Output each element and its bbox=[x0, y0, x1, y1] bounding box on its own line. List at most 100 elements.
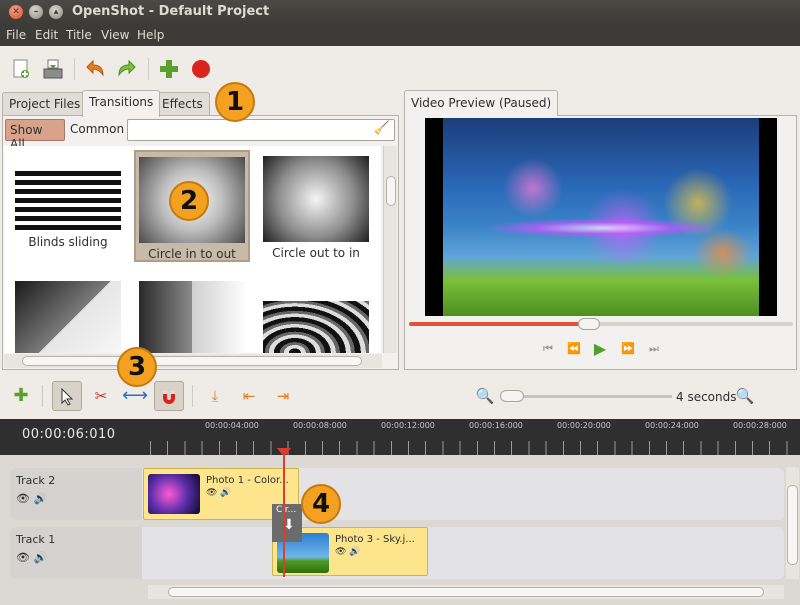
menu-file[interactable]: File bbox=[6, 28, 26, 42]
minimize-window-icon[interactable]: – bbox=[29, 5, 43, 19]
transition-label: Blinds sliding bbox=[28, 235, 108, 249]
transitions-grid: Blinds sliding Circle in to out Circle o… bbox=[4, 146, 381, 353]
menu-edit[interactable]: Edit bbox=[35, 28, 58, 42]
track-header: Track 2 👁 🔊 bbox=[10, 468, 142, 520]
scrollbar-thumb[interactable] bbox=[386, 176, 396, 206]
previous-marker-icon[interactable]: ⇤ bbox=[234, 381, 264, 411]
ruler-label: 00:00:28:000 bbox=[733, 421, 787, 430]
ruler-label: 00:00:24:000 bbox=[645, 421, 699, 430]
menu-title[interactable]: Title bbox=[66, 28, 92, 42]
ruler-label: 00:00:08:000 bbox=[293, 421, 347, 430]
toolbar-separator bbox=[74, 58, 75, 80]
snapping-tool-icon[interactable] bbox=[154, 381, 184, 411]
seek-handle[interactable] bbox=[578, 318, 601, 330]
timeline-tracks: Track 2 👁 🔊 Photo 1 - Color... 👁 🔊 Track… bbox=[0, 455, 800, 605]
close-window-icon[interactable]: ✕ bbox=[9, 5, 23, 19]
timeline-vertical-scrollbar[interactable] bbox=[786, 467, 799, 579]
bokeh bbox=[503, 158, 563, 218]
play-icon[interactable]: ▶ bbox=[591, 341, 609, 357]
zoom-in-icon[interactable]: 🔍 bbox=[470, 381, 500, 411]
timeline-transition[interactable]: Cir... ⬇ bbox=[272, 504, 302, 542]
clip-thumbnail bbox=[148, 474, 200, 514]
transition-item[interactable] bbox=[10, 276, 126, 353]
tab-project-files[interactable]: Project Files bbox=[2, 92, 88, 116]
zoom-slider-handle[interactable] bbox=[500, 390, 524, 402]
fast-forward-icon[interactable]: ⏩ bbox=[619, 342, 637, 356]
callout-3: 3 bbox=[117, 347, 157, 387]
tab-transitions[interactable]: Transitions bbox=[82, 90, 161, 117]
undo-icon[interactable] bbox=[84, 58, 106, 80]
visibility-eye-icon[interactable]: 👁 bbox=[16, 551, 30, 564]
seek-progress bbox=[409, 322, 590, 326]
scrollbar-thumb[interactable] bbox=[22, 356, 362, 366]
transitions-vertical-scrollbar[interactable] bbox=[383, 146, 397, 353]
tab-effects[interactable]: Effects bbox=[155, 92, 210, 116]
transition-item[interactable]: Circle out to in bbox=[258, 151, 374, 260]
current-timecode: 00:00:06:010 bbox=[22, 427, 116, 442]
add-marker-icon[interactable]: ⤓ bbox=[200, 381, 230, 411]
blinds-sliding-thumbnail bbox=[15, 171, 121, 231]
video-preview-frame[interactable] bbox=[425, 118, 777, 316]
track-header: Track 1 👁 🔊 bbox=[10, 527, 142, 579]
visibility-eye-icon[interactable]: 👁 bbox=[335, 547, 346, 557]
track-controls: 👁 🔊 bbox=[16, 492, 47, 505]
rewind-icon[interactable]: ⏪ bbox=[565, 342, 583, 356]
menu-bar: File Edit Title View Help bbox=[0, 24, 800, 46]
new-project-icon[interactable] bbox=[10, 58, 32, 80]
audio-speaker-icon[interactable]: 🔊 bbox=[33, 551, 47, 564]
jump-to-end-icon[interactable]: ⏭ bbox=[645, 342, 663, 356]
transition-thumbnail bbox=[139, 281, 245, 353]
ruler-label: 00:00:12:000 bbox=[381, 421, 435, 430]
razor-tool-icon[interactable]: ✂ bbox=[86, 381, 116, 411]
timeline-toolbar: ✚ ✂ ⟷ ⤓ ⇤ ⇥ 🔍 4 seconds 🔍 bbox=[0, 373, 800, 419]
transition-search-input[interactable]: 🧹 bbox=[127, 119, 395, 141]
track-name: Track 2 bbox=[16, 474, 56, 487]
timeline-zoom-slider[interactable] bbox=[500, 390, 672, 402]
transition-thumbnail bbox=[15, 281, 121, 353]
menu-view[interactable]: View bbox=[101, 28, 129, 42]
visibility-eye-icon[interactable]: 👁 bbox=[206, 488, 217, 498]
add-track-icon[interactable]: ✚ bbox=[6, 381, 36, 411]
preview-image bbox=[443, 118, 759, 316]
scrollbar-thumb[interactable] bbox=[787, 485, 798, 565]
audio-speaker-icon[interactable]: 🔊 bbox=[220, 488, 231, 498]
transition-item[interactable] bbox=[134, 276, 250, 353]
clip-title: Photo 3 - Sky.j... bbox=[335, 534, 415, 545]
track-name: Track 1 bbox=[16, 533, 56, 546]
save-project-icon[interactable] bbox=[42, 58, 64, 80]
tab-video-preview[interactable]: Video Preview (Paused) bbox=[404, 90, 559, 116]
transition-label: Circle out to in bbox=[272, 246, 360, 260]
track-2[interactable]: Track 2 👁 🔊 bbox=[10, 468, 784, 520]
clip-controls: 👁 🔊 bbox=[206, 488, 232, 498]
zoom-out-icon[interactable]: 🔍 bbox=[730, 381, 760, 411]
visibility-eye-icon[interactable]: 👁 bbox=[16, 492, 30, 505]
transition-item[interactable] bbox=[258, 296, 374, 353]
record-icon[interactable] bbox=[190, 58, 212, 80]
window-title: OpenShot - Default Project bbox=[72, 4, 270, 19]
audio-speaker-icon[interactable]: 🔊 bbox=[349, 547, 360, 557]
transition-direction-icon: ⬇ bbox=[283, 517, 295, 533]
next-marker-icon[interactable]: ⇥ bbox=[268, 381, 298, 411]
jump-to-start-icon[interactable]: ⏮ bbox=[539, 342, 557, 356]
select-tool-icon[interactable] bbox=[52, 381, 82, 411]
timeline-ruler[interactable]: 00:00:06:010 00:00:04:000 00:00:08:000 0… bbox=[0, 419, 800, 455]
menu-help[interactable]: Help bbox=[137, 28, 164, 42]
transition-label: Cir... bbox=[276, 505, 297, 515]
preview-seek-bar[interactable] bbox=[409, 318, 793, 330]
common-filter-button[interactable]: Common bbox=[70, 122, 124, 136]
title-bar: ✕ – ▴ OpenShot - Default Project bbox=[0, 0, 800, 24]
scrollbar-thumb[interactable] bbox=[168, 587, 764, 597]
transitions-horizontal-scrollbar[interactable] bbox=[4, 354, 382, 368]
show-all-button[interactable]: Show All bbox=[5, 119, 65, 151]
maximize-window-icon[interactable]: ▴ bbox=[49, 5, 63, 19]
redo-icon[interactable] bbox=[116, 58, 138, 80]
main-toolbar bbox=[0, 46, 800, 90]
callout-1: 1 bbox=[215, 82, 255, 122]
clear-search-icon[interactable]: 🧹 bbox=[374, 121, 390, 136]
clip-controls: 👁 🔊 bbox=[335, 547, 361, 557]
transition-item[interactable]: Blinds sliding bbox=[10, 151, 126, 249]
light-streak bbox=[483, 218, 723, 238]
audio-speaker-icon[interactable]: 🔊 bbox=[33, 492, 47, 505]
import-files-icon[interactable] bbox=[158, 58, 180, 80]
timeline-horizontal-scrollbar[interactable] bbox=[148, 585, 784, 599]
